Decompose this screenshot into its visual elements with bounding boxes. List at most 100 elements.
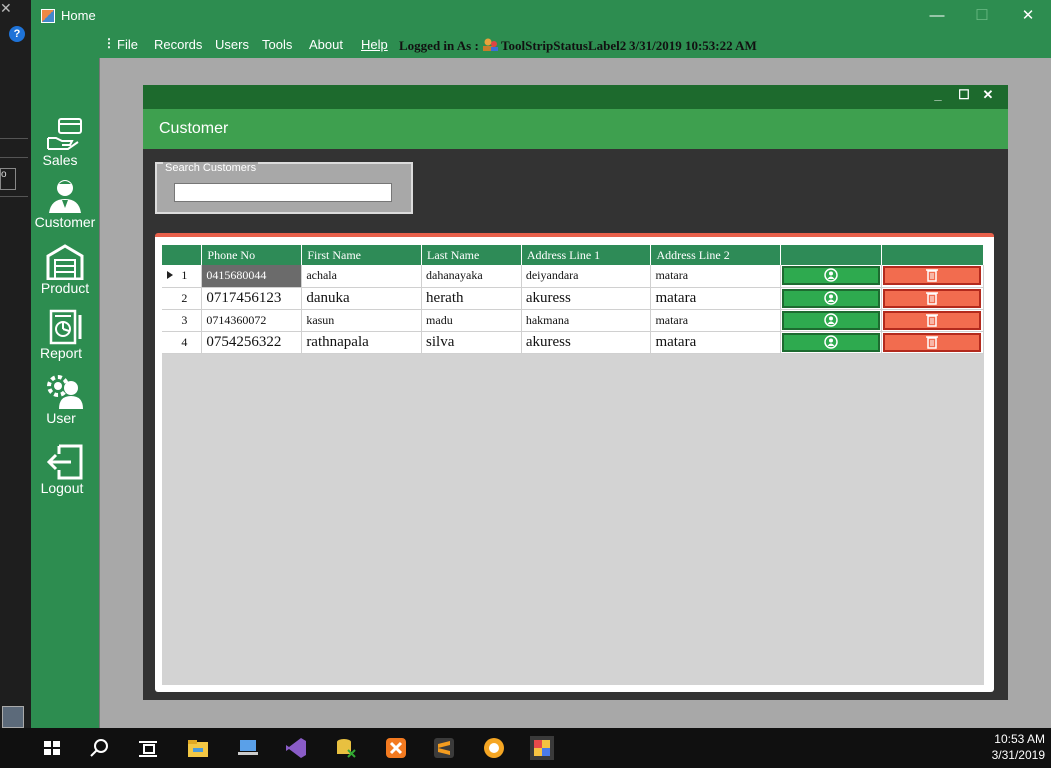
browser-app-icon[interactable] <box>482 736 506 760</box>
file-explorer-icon[interactable] <box>186 736 210 760</box>
cell-address2[interactable]: matara <box>650 331 781 354</box>
cell-last-name[interactable]: silva <box>421 331 522 354</box>
trash-icon <box>925 313 938 327</box>
mdi-client-area: _ ☐ ✕ Customer Search Customers Phone No… <box>99 58 1051 728</box>
visual-studio-icon[interactable] <box>284 736 308 760</box>
cell-phone[interactable]: 0754256322 <box>201 331 303 354</box>
user-status-icon <box>483 38 498 51</box>
cell-edit <box>780 309 882 332</box>
status-datetime: 3/31/2019 10:53:22 AM <box>629 38 757 53</box>
cell-address2[interactable]: matara <box>650 265 781 288</box>
sidebar-item-customer[interactable]: Customer <box>31 178 99 230</box>
sidebar-item-label: Logout <box>40 480 84 496</box>
column-header-delete[interactable] <box>881 245 985 265</box>
sublime-text-icon[interactable] <box>432 736 456 760</box>
column-header-address2[interactable]: Address Line 2 <box>650 245 781 265</box>
sidebar-item-product[interactable]: Product <box>31 244 99 296</box>
cell-first-name[interactable]: danuka <box>301 287 423 310</box>
table-row[interactable]: 1 0415680044 achala dahanayaka deiyandar… <box>162 265 985 288</box>
windows-start-icon[interactable] <box>40 736 64 760</box>
cell-address2[interactable]: matara <box>650 309 781 332</box>
column-header-edit[interactable] <box>780 245 882 265</box>
delete-customer-button[interactable] <box>882 332 981 352</box>
child-minimize-button[interactable]: _ <box>929 87 947 102</box>
close-button[interactable]: ✕ <box>1017 5 1039 27</box>
child-close-button[interactable]: ✕ <box>979 87 997 103</box>
user-edit-icon <box>824 334 838 349</box>
grip-icon: ⋮ <box>103 36 115 50</box>
child-maximize-button[interactable]: ☐ <box>955 87 973 103</box>
menu-users[interactable]: Users <box>215 37 249 52</box>
menu-tools[interactable]: Tools <box>262 37 292 52</box>
search-input[interactable] <box>174 183 392 202</box>
menu-records[interactable]: Records <box>154 37 202 52</box>
delete-customer-button[interactable] <box>882 288 981 308</box>
sidebar-item-report[interactable]: Report <box>31 309 99 361</box>
row-header[interactable]: 2 <box>162 287 203 310</box>
row-header-corner <box>162 245 203 265</box>
close-icon[interactable]: ✕ <box>0 0 12 17</box>
grid-panel: Phone No First Name Last Name Address Li… <box>155 233 994 692</box>
database-tool-icon[interactable] <box>334 736 358 760</box>
search-icon[interactable] <box>88 736 112 760</box>
column-header-phone[interactable]: Phone No <box>201 245 303 265</box>
menu-file[interactable]: File <box>117 37 138 52</box>
column-header-address1[interactable]: Address Line 1 <box>521 245 652 265</box>
cell-edit <box>780 265 882 288</box>
column-header-last-name[interactable]: Last Name <box>421 245 522 265</box>
menu-help[interactable]: Help <box>361 37 388 52</box>
delete-customer-button[interactable] <box>882 266 981 286</box>
cell-phone[interactable]: 0714360072 <box>201 309 303 332</box>
task-view-icon[interactable] <box>136 736 160 760</box>
product-icon <box>46 244 84 280</box>
system-clock[interactable]: 10:53 AM 3/31/2019 <box>992 731 1045 763</box>
app-window-icon[interactable] <box>530 736 554 760</box>
maximize-button[interactable]: ☐ <box>971 5 993 27</box>
user-edit-icon <box>824 312 838 327</box>
edit-customer-button[interactable] <box>781 266 880 286</box>
cell-first-name[interactable]: kasun <box>301 309 423 332</box>
cell-address2[interactable]: matara <box>650 287 781 310</box>
sidebar-item-logout[interactable]: Logout <box>31 444 99 496</box>
edit-customer-button[interactable] <box>781 288 880 308</box>
cell-last-name[interactable]: herath <box>421 287 522 310</box>
cell-phone[interactable]: 0415680044 <box>201 265 303 288</box>
trash-icon <box>925 291 938 305</box>
cell-address1[interactable]: akuress <box>521 287 652 310</box>
row-header[interactable]: 1 <box>162 265 203 288</box>
cell-address1[interactable]: akuress <box>521 331 652 354</box>
cell-last-name[interactable]: dahanayaka <box>421 265 522 288</box>
window-title: Home <box>61 8 96 23</box>
cell-address1[interactable]: hakmana <box>521 309 652 332</box>
table-row[interactable]: 4 0754256322 rathnapala silva akuress ma… <box>162 331 985 354</box>
customer-icon <box>49 180 81 213</box>
cell-last-name[interactable]: madu <box>421 309 522 332</box>
minimize-button[interactable]: — <box>926 5 948 27</box>
form-title: Customer <box>143 109 1008 149</box>
remote-desktop-icon[interactable] <box>236 736 260 760</box>
delete-customer-button[interactable] <box>882 310 981 330</box>
xampp-icon[interactable] <box>384 736 408 760</box>
sidebar-item-user[interactable]: User <box>31 374 99 426</box>
edit-customer-button[interactable] <box>781 310 880 330</box>
column-header-first-name[interactable]: First Name <box>301 245 423 265</box>
cell-first-name[interactable]: achala <box>301 265 423 288</box>
sidebar-item-label: Customer <box>34 214 96 230</box>
child-title-bar: _ ☐ ✕ <box>143 85 1008 109</box>
cell-address1[interactable]: deiyandara <box>521 265 652 288</box>
table-row[interactable]: 3 0714360072 kasun madu hakmana matara <box>162 309 985 332</box>
trash-icon <box>925 335 938 349</box>
help-icon[interactable]: ? <box>9 26 25 42</box>
table-row[interactable]: 2 0717456123 danuka herath akuress matar… <box>162 287 985 310</box>
cell-phone[interactable]: 0717456123 <box>201 287 303 310</box>
app-icon <box>41 9 55 23</box>
cell-first-name[interactable]: rathnapala <box>301 331 423 354</box>
row-header[interactable]: 4 <box>162 331 203 354</box>
row-header[interactable]: 3 <box>162 309 203 332</box>
customer-grid: Phone No First Name Last Name Address Li… <box>162 245 985 685</box>
search-legend: Search Customers <box>163 162 259 174</box>
edit-customer-button[interactable] <box>781 332 880 352</box>
sidebar-item-sales[interactable]: Sales <box>31 116 99 168</box>
sidebar-item-label: User <box>46 410 76 426</box>
menu-about[interactable]: About <box>309 37 343 52</box>
